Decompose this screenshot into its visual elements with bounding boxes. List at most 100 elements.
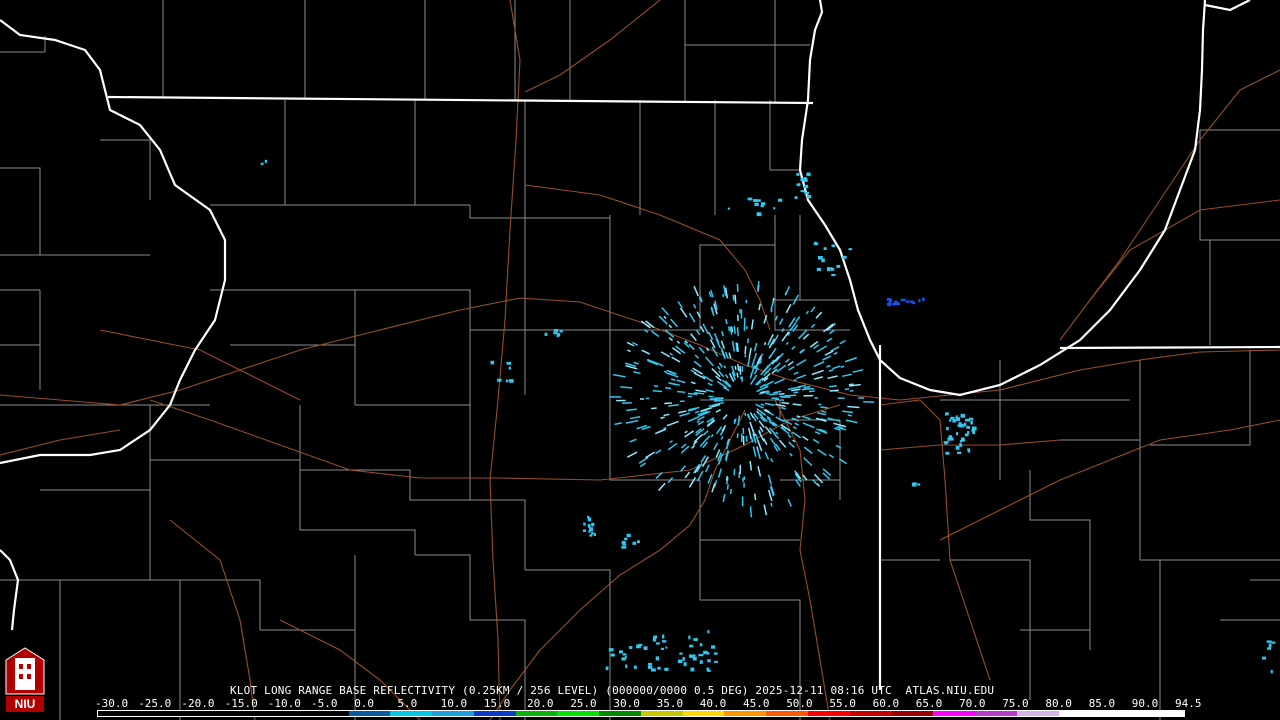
echo-pixel xyxy=(655,642,660,645)
echo-streak xyxy=(658,482,666,492)
echo-pixel xyxy=(797,183,801,187)
echo-streak xyxy=(776,364,787,373)
echo-streak xyxy=(758,420,765,429)
radar-map xyxy=(0,0,1280,720)
echo-pixel xyxy=(949,419,952,422)
echo-pixel xyxy=(610,653,615,657)
product-caption: KLOT LONG RANGE BASE REFLECTIVITY (0.25K… xyxy=(230,685,994,697)
echo-streak xyxy=(799,349,804,354)
echo-pixel xyxy=(1268,643,1272,648)
scale-tick-label: 55.0 xyxy=(829,697,856,710)
echo-streak xyxy=(764,451,770,460)
echo-streak xyxy=(848,383,854,386)
echo-streak xyxy=(815,311,823,319)
echo-streak xyxy=(627,349,631,353)
echo-streak xyxy=(620,386,633,389)
scale-color-swatch xyxy=(1142,711,1184,716)
echo-streak xyxy=(663,426,667,430)
echo-pixel xyxy=(707,630,710,634)
echo-streak xyxy=(676,340,681,344)
echo-streak xyxy=(664,402,672,405)
echo-streak xyxy=(780,406,787,410)
echo-streak xyxy=(694,410,700,414)
echo-streak xyxy=(763,380,774,387)
echo-streak xyxy=(813,344,820,350)
echo-streak xyxy=(722,293,725,298)
echo-streak xyxy=(796,374,807,380)
echo-streak xyxy=(715,306,718,311)
echo-streak xyxy=(749,373,753,379)
resolution: (0.25KM / 256 LEVEL) xyxy=(462,684,599,697)
echo-streak xyxy=(822,323,834,333)
echo-streak xyxy=(715,409,721,413)
echo-streak xyxy=(753,352,758,359)
echo-streak xyxy=(639,462,647,468)
echo-streak xyxy=(736,343,739,352)
echo-streak xyxy=(733,419,736,423)
echo-streak xyxy=(724,373,729,379)
echo-streak xyxy=(663,315,667,320)
echo-pixel xyxy=(971,426,977,431)
echo-streak xyxy=(651,330,660,338)
niu-tower-logo-icon: NIU xyxy=(5,647,45,712)
scale-color-swatch xyxy=(181,711,224,716)
echo-pixel xyxy=(632,541,637,545)
echo-pixel xyxy=(800,190,805,193)
echo-streak xyxy=(711,483,716,493)
echo-pixel xyxy=(624,537,628,541)
echo-streak xyxy=(784,358,790,363)
echo-streak xyxy=(749,460,753,471)
echo-streak xyxy=(814,376,824,380)
echo-pixel xyxy=(945,451,950,455)
scale-color-swatch xyxy=(975,711,1017,716)
echo-streak xyxy=(733,468,736,476)
echo-pixel xyxy=(618,650,623,654)
echo-streak xyxy=(654,428,667,435)
county-borders xyxy=(0,0,1280,720)
echo-streak xyxy=(713,332,720,344)
echo-streak xyxy=(725,318,728,325)
echo-streak xyxy=(826,337,833,343)
echo-streak xyxy=(816,448,827,457)
echo-streak xyxy=(715,426,723,435)
scale-color-swatch xyxy=(891,711,934,716)
echo-streak xyxy=(796,358,807,367)
echo-streak xyxy=(770,458,774,463)
echo-streak xyxy=(688,312,696,323)
echo-streak xyxy=(736,372,739,378)
echo-pixel xyxy=(653,635,657,639)
scale-color-swatch xyxy=(348,711,391,716)
echo-streak xyxy=(817,412,827,416)
echo-streak xyxy=(707,382,713,386)
scale-color-swatch xyxy=(640,711,683,716)
echo-pixel xyxy=(661,634,665,639)
lake-michigan-shoreline xyxy=(798,0,1251,397)
echo-pixel xyxy=(1270,669,1273,674)
scale-tick-label: 60.0 xyxy=(872,697,900,710)
echo-pixel xyxy=(690,667,695,672)
echo-streak xyxy=(833,351,838,355)
echo-streak xyxy=(784,394,797,397)
echo-pixel xyxy=(647,662,653,666)
echo-streak xyxy=(717,365,721,371)
echo-streak xyxy=(710,325,714,330)
echo-streak xyxy=(816,345,827,353)
echo-pixel xyxy=(679,652,683,655)
echo-streak xyxy=(769,392,779,396)
echo-pixel xyxy=(955,415,958,419)
echo-streak xyxy=(756,410,760,414)
echo-streak xyxy=(629,415,641,420)
scale-tick-label: -25.0 xyxy=(138,697,172,710)
echo-streak xyxy=(734,294,737,304)
echo-streak xyxy=(744,412,747,417)
scale-color-swatch xyxy=(306,711,349,716)
echo-streak xyxy=(767,474,771,480)
scale-tick-label: 30.0 xyxy=(613,697,640,710)
echo-streak xyxy=(810,306,816,313)
echo-streak xyxy=(785,286,791,295)
echo-streak xyxy=(803,457,813,467)
echo-pixel xyxy=(699,643,703,647)
scale-color-swatch xyxy=(766,711,809,716)
echo-pixel xyxy=(917,483,921,486)
echo-pixel xyxy=(587,524,591,528)
